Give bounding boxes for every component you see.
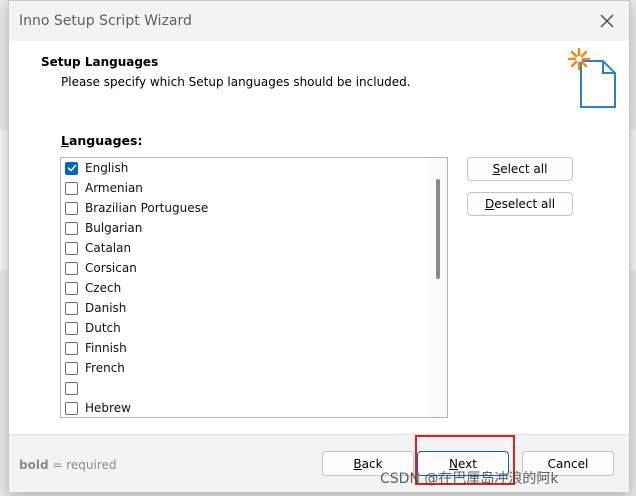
page-title: Setup Languages [41,55,159,69]
language-checkbox[interactable] [65,261,78,275]
language-item[interactable]: Bulgarian [61,218,447,238]
language-checkbox[interactable] [65,281,78,295]
language-item[interactable]: Danish [61,298,447,318]
wizard-header: Setup Languages Please specify which Set… [9,41,629,116]
watermark: CSDN @在巴厘岛冲浪的阿k [380,471,559,487]
language-label: Corsican [85,261,137,275]
select-all-accelerator: S [492,162,501,176]
title-bar: Inno Setup Script Wizard [9,1,629,41]
select-all-label: elect all [500,162,548,176]
language-label: Finnish [85,341,127,355]
scrollbar-thumb[interactable] [436,179,440,279]
window-title: Inno Setup Script Wizard [19,13,192,29]
deselect-all-accelerator: D [484,197,495,211]
checkmark-icon [67,164,76,172]
language-label: Hebrew [85,401,131,415]
language-item[interactable]: Brazilian Portuguese [61,198,447,218]
language-label: Brazilian Portuguese [85,201,209,215]
language-checkbox[interactable] [65,321,78,335]
language-item[interactable]: Armenian [61,178,447,198]
deselect-all-label: eselect all [494,197,556,211]
language-label: English [85,161,129,175]
language-checkbox[interactable] [65,341,78,355]
language-item[interactable]: Dutch [61,318,447,338]
deselect-all-button[interactable]: Deselect all [467,192,573,216]
language-item[interactable]: English [61,158,447,178]
language-item[interactable]: Hebrew [61,398,447,417]
language-label: Czech [85,281,122,295]
language-checkbox[interactable] [65,381,78,395]
wizard-page-star-icon [567,47,616,108]
language-item[interactable]: Finnish [61,338,447,358]
wizard-content: Languages: English Armenian Brazilian Port… [9,116,629,434]
languages-checklist[interactable]: English Armenian Brazilian Portuguese Bulga… [60,157,448,418]
language-checkbox[interactable] [65,241,78,255]
language-item[interactable]: Corsican [61,258,447,278]
required-note-text: = required [48,458,117,472]
close-button[interactable] [593,7,621,35]
select-all-button[interactable]: Select all [467,157,573,181]
required-note-bold: bold [19,458,49,472]
language-checkbox[interactable] [65,201,78,215]
language-checkbox[interactable] [65,221,78,235]
language-label: Bulgarian [85,221,143,235]
language-checkbox[interactable] [65,181,78,195]
language-label: Danish [85,301,127,315]
language-item[interactable]: Czech [61,278,447,298]
language-item[interactable] [61,378,447,398]
language-label: Dutch [85,321,121,335]
language-checkbox[interactable] [65,361,78,375]
page-subtitle: Please specify which Setup languages sho… [61,75,411,89]
back-accelerator: B [353,456,362,471]
languages-label-text: anguages: [68,133,143,148]
language-label: Armenian [85,181,143,195]
scrollbar[interactable] [429,158,447,417]
close-icon [600,14,614,28]
required-note: bold = required [19,458,117,472]
wizard-dialog: Inno Setup Script Wizard Setup Languages… [8,0,630,492]
language-checkbox[interactable] [65,401,78,415]
language-label: Catalan [85,241,132,255]
language-label: French [85,361,125,375]
language-checkbox[interactable] [65,161,78,175]
language-checkbox[interactable] [65,301,78,315]
language-item[interactable]: Catalan [61,238,447,258]
languages-items: English Armenian Brazilian Portuguese Bulga… [61,158,447,417]
languages-label-accelerator: L [61,133,69,148]
languages-label: Languages: [61,133,142,148]
language-item[interactable]: French [61,358,447,378]
